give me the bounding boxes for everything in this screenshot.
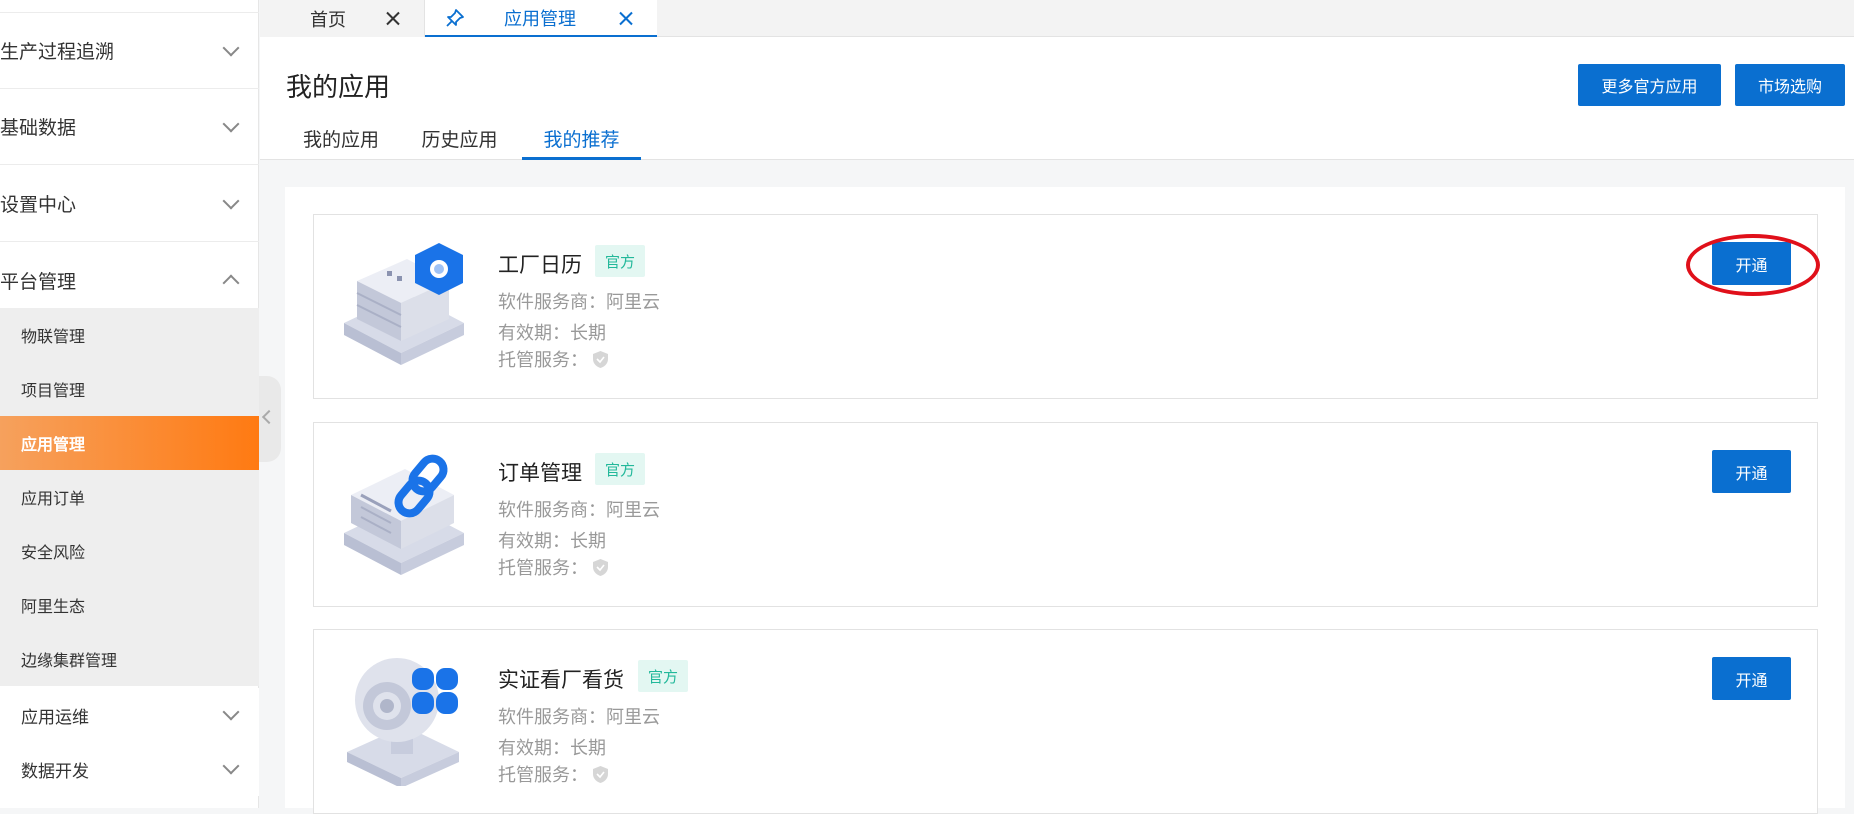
sidebar-item-label: 边缘集群管理 [21, 651, 118, 670]
shield-icon [593, 766, 608, 783]
close-icon[interactable] [619, 11, 633, 25]
validity-text: 有效期：长期 [498, 531, 606, 552]
sidebar-group-trace[interactable]: 生产过程追溯 [0, 13, 259, 89]
chain-link-icon [344, 454, 464, 575]
market-purchase-button[interactable]: 市场选购 [1735, 64, 1845, 106]
sidebar-item-edge-cluster[interactable]: 边缘集群管理 [0, 632, 259, 686]
sidebar-group-data-dev[interactable]: 数据开发 [0, 742, 259, 796]
page-title: 我的应用 [286, 73, 391, 103]
chevron-down-icon [222, 192, 240, 209]
chevron-left-icon [261, 409, 277, 425]
sidebar-group-label: 设置中心 [0, 194, 77, 216]
sidebar-group-settings[interactable]: 设置中心 [0, 166, 259, 242]
page-header: 我的应用 更多官方应用 市场选购 我的应用 历史应用 我的推荐 [260, 37, 1854, 160]
sidebar-item-app-orders[interactable]: 应用订单 [0, 470, 259, 524]
hosting-label: 托管服务： [498, 558, 588, 579]
app-card: 工厂日历 官方 软件服务商：阿里云 有效期：长期 托管服务： 开通 [313, 214, 1818, 399]
app-card: 实证看厂看货 官方 软件服务商：阿里云 有效期：长期 托管服务： 开通 [313, 629, 1818, 814]
tab-home[interactable]: 首页 [260, 0, 425, 37]
activate-button[interactable]: 开通 [1712, 450, 1791, 493]
chevron-down-icon [222, 115, 240, 132]
sidebar-group-app-ops[interactable]: 应用运维 [0, 688, 259, 742]
sidebar: 生产过程追溯 基础数据 设置中心 平台管理 物联管理 项目管理 应用管理 应用订… [0, 0, 259, 808]
official-badge: 官方 [595, 245, 646, 277]
sidebar-item-iot[interactable]: 物联管理 [0, 308, 259, 362]
vendor-text: 软件服务商：阿里云 [498, 292, 660, 313]
camera-grid-icon [347, 658, 459, 786]
official-badge: 官方 [638, 660, 689, 692]
hosting-label: 托管服务： [498, 765, 588, 786]
activate-button[interactable]: 开通 [1712, 657, 1791, 700]
chevron-down-icon [222, 39, 240, 56]
sidebar-item-projects[interactable]: 项目管理 [0, 362, 259, 416]
validity-text: 有效期：长期 [498, 738, 606, 759]
tab-recommended[interactable]: 我的推荐 [522, 119, 641, 160]
tab-app-management[interactable]: 应用管理 [425, 0, 657, 37]
app-card: 订单管理 官方 软件服务商：阿里云 有效期：长期 托管服务： 开通 [313, 422, 1818, 607]
sidebar-group-label: 数据开发 [21, 761, 89, 782]
sidebar-group-label: 平台管理 [0, 270, 77, 293]
sidebar-group-base-data[interactable]: 基础数据 [0, 89, 259, 165]
sidebar-item-label: 项目管理 [21, 381, 86, 400]
chevron-down-icon [222, 703, 240, 721]
official-badge: 官方 [595, 453, 646, 485]
sidebar-group-label: 生产过程追溯 [0, 41, 115, 63]
hosting-row: 托管服务： [498, 554, 609, 580]
app-name: 实证看厂看货 [498, 668, 624, 692]
sidebar-item-label: 应用管理 [21, 435, 86, 454]
sidebar-group-platform[interactable]: 平台管理 [0, 242, 259, 318]
tab-label: 首页 [310, 9, 346, 31]
sidebar-item-label: 应用订单 [21, 489, 86, 508]
sidebar-item-security-risk[interactable]: 安全风险 [0, 524, 259, 578]
tab-label: 应用管理 [504, 8, 576, 30]
shield-icon [593, 351, 608, 368]
vendor-text: 软件服务商：阿里云 [498, 500, 660, 521]
sidebar-item-app-management[interactable]: 应用管理 [0, 416, 259, 470]
shield-icon [593, 559, 608, 576]
tab-history-apps[interactable]: 历史应用 [400, 119, 519, 160]
vendor-text: 软件服务商：阿里云 [498, 707, 660, 728]
sidebar-group-label: 基础数据 [0, 117, 77, 139]
pin-icon[interactable] [445, 8, 465, 28]
app-name: 订单管理 [498, 461, 582, 485]
highlight-annotation [1686, 234, 1820, 296]
sidebar-item-ali-ecosystem[interactable]: 阿里生态 [0, 578, 259, 632]
sidebar-item-label: 安全风险 [21, 543, 86, 562]
tab-my-apps[interactable]: 我的应用 [282, 119, 400, 160]
sidebar-group-label: 应用运维 [21, 707, 89, 728]
validity-text: 有效期：长期 [498, 323, 606, 344]
calendar-box-icon [344, 243, 464, 365]
close-icon[interactable] [386, 11, 400, 25]
hosting-row: 托管服务： [498, 346, 609, 372]
hosting-row: 托管服务： [498, 761, 609, 787]
sidebar-collapse-handle[interactable] [259, 376, 281, 462]
chevron-up-icon [222, 274, 240, 292]
more-official-apps-button[interactable]: 更多官方应用 [1578, 64, 1721, 106]
sidebar-item-label: 阿里生态 [21, 597, 86, 616]
app-list: 工厂日历 官方 软件服务商：阿里云 有效期：长期 托管服务： 开通 订单管理 官… [285, 187, 1845, 814]
sidebar-submenu: 物联管理 项目管理 应用管理 应用订单 安全风险 阿里生态 边缘集群管理 [0, 308, 259, 686]
chevron-down-icon [222, 757, 240, 775]
tab-bar: 首页 应用管理 [260, 0, 1854, 37]
hosting-label: 托管服务： [498, 350, 588, 371]
sidebar-item-label: 物联管理 [21, 327, 86, 346]
app-name: 工厂日历 [498, 253, 582, 277]
